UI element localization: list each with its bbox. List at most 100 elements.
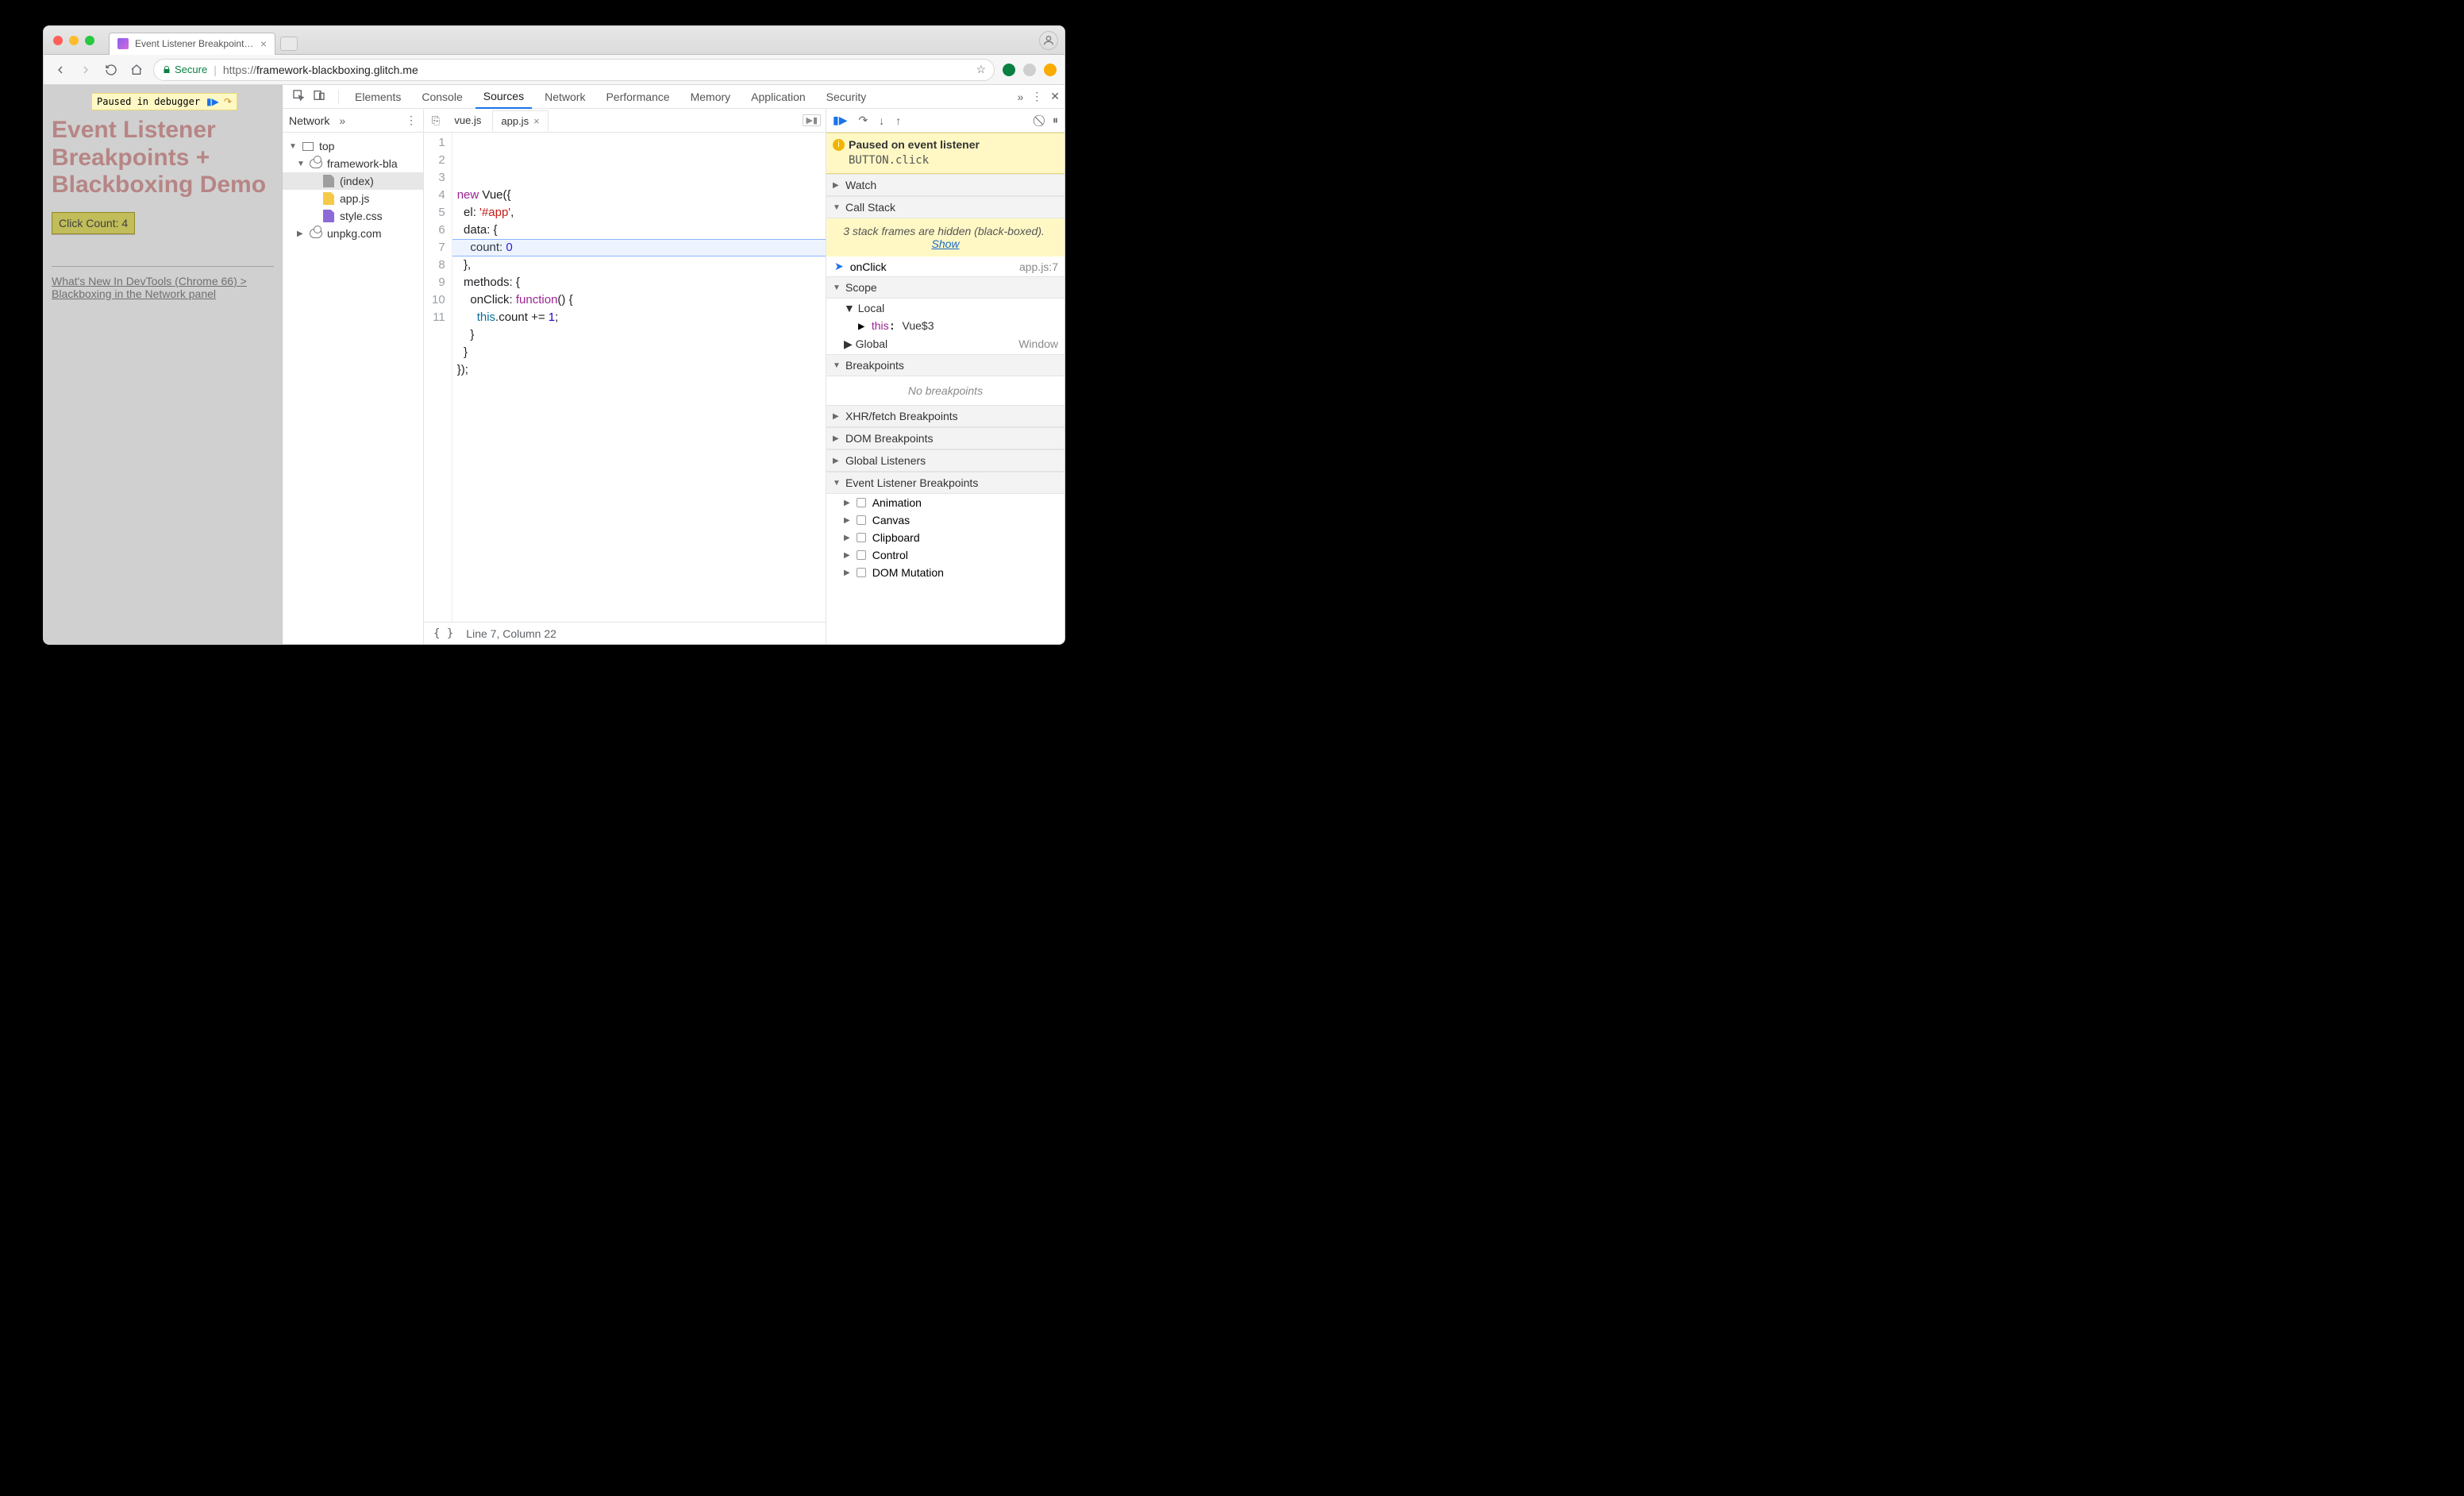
window-close-button[interactable] [53,36,63,45]
navigator-tab-network[interactable]: Network [289,114,329,127]
pretty-print-icon[interactable]: { } [433,627,453,640]
elb-category[interactable]: ▶Animation [826,494,1065,511]
tab-title: Event Listener Breakpoints + B [135,38,254,49]
profile-avatar-button[interactable] [1039,31,1058,50]
debugger-sidebar: ▮▶ ↷ ↓ ↑ ⃠ ⏸ i Paused on event listener … [826,109,1065,644]
devtools-tab-security[interactable]: Security [818,86,875,108]
section-breakpoints[interactable]: ▼Breakpoints [826,354,1065,376]
resume-script-icon[interactable]: ▮▶ [833,114,847,127]
code-editor-pane: ⎘ vue.js app.js× ▶▮ 1234567891011 [424,109,826,644]
devtools-close-icon[interactable]: ✕ [1050,90,1060,103]
tree-file-stylecss[interactable]: style.css [283,207,423,225]
code-content[interactable]: new Vue({ el: '#app', data: { count: 0 }… [452,133,826,622]
toggle-navigator-icon[interactable]: ⎘ [429,114,443,127]
frame-name: onClick [850,260,887,273]
tree-domain-unpkg[interactable]: unpkg.com [283,225,423,242]
current-frame-indicator-icon: ➤ [834,260,844,273]
tree-file-index[interactable]: (index) [283,172,423,190]
devtools-tab-memory[interactable]: Memory [683,86,739,108]
browser-tabstrip: Event Listener Breakpoints + B × [44,26,1065,55]
no-breakpoints-label: No breakpoints [826,376,1065,405]
devtools-tab-sources[interactable]: Sources [475,85,532,109]
elb-category[interactable]: ▶Canvas [826,511,1065,529]
step-out-icon[interactable]: ↑ [895,114,901,127]
section-event-listener-breakpoints[interactable]: ▼Event Listener Breakpoints [826,472,1065,494]
editor-tabbar: ⎘ vue.js app.js× ▶▮ [424,109,826,133]
editor-tab-vuejs[interactable]: vue.js [446,110,489,130]
step-over-icon[interactable]: ↷ [858,114,868,127]
devtools-tab-application[interactable]: Application [743,86,814,108]
callstack-frame[interactable]: ➤ onClick app.js:7 [826,256,1065,276]
info-icon: i [833,139,845,151]
elb-category[interactable]: ▶Control [826,546,1065,564]
new-tab-button[interactable] [280,37,298,51]
elb-category[interactable]: ▶DOM Mutation [826,564,1065,581]
step-into-icon[interactable]: ↓ [879,114,884,127]
content-area: Paused in debugger ▮▶ ↷ Event Listener B… [44,85,1065,644]
click-count-button[interactable]: Click Count: 4 [52,212,135,234]
scope-this[interactable]: ▶ this: Vue$3 [826,318,1065,334]
cursor-position: Line 7, Column 22 [466,627,556,640]
extension-icon[interactable] [1003,64,1015,76]
secure-indicator: Secure [162,64,207,75]
scope-local[interactable]: ▼ Local [826,299,1065,318]
page-heading: Event Listener Breakpoints + Blackboxing… [52,117,274,199]
extension-icon[interactable] [1044,64,1057,76]
paused-reason: Paused on event listener [849,138,980,151]
secure-label: Secure [175,64,207,75]
tree-frame-top[interactable]: top [283,137,423,155]
tree-file-appjs[interactable]: app.js [283,190,423,207]
navigator-more-tabs-icon[interactable]: » [339,114,345,127]
omnibox[interactable]: Secure | https://framework-blackboxing.g… [153,59,995,81]
run-snippet-icon[interactable]: ▶▮ [803,114,821,126]
show-hidden-frames-link[interactable]: Show [931,237,959,250]
window-controls[interactable] [53,36,94,45]
navigator-menu-icon[interactable]: ⋮ [406,114,417,127]
devtools-tab-performance[interactable]: Performance [598,86,677,108]
hidden-frames-notice: 3 stack frames are hidden (black-boxed).… [826,218,1065,256]
window-maximize-button[interactable] [85,36,94,45]
editor-tab-close-icon[interactable]: × [533,115,540,127]
back-button[interactable] [52,61,69,79]
paused-banner: i Paused on event listener BUTTON.click [826,133,1065,174]
devtools-panel: Elements Console Sources Network Perform… [282,85,1065,644]
device-toolbar-icon[interactable] [313,89,325,104]
devtools-tab-network[interactable]: Network [537,86,593,108]
overlay-step-icon[interactable]: ↷ [224,96,232,107]
devtools-tabbar: Elements Console Sources Network Perform… [283,85,1065,109]
forward-button[interactable] [77,61,94,79]
elb-category[interactable]: ▶Clipboard [826,529,1065,546]
doc-link[interactable]: What's New In DevTools (Chrome 66) > Bla… [52,275,274,300]
editor-tab-appjs[interactable]: app.js× [492,110,548,131]
reload-button[interactable] [102,61,120,79]
rendered-page: Paused in debugger ▮▶ ↷ Event Listener B… [44,85,282,644]
browser-tab[interactable]: Event Listener Breakpoints + B × [109,33,275,55]
code-area[interactable]: 1234567891011 new Vue({ el: '#app', data… [424,133,826,622]
browser-toolbar: Secure | https://framework-blackboxing.g… [44,55,1065,85]
section-watch[interactable]: ▶Watch [826,174,1065,196]
devtools-more-tabs-icon[interactable]: » [1017,91,1023,103]
home-button[interactable] [128,61,145,79]
section-xhr-breakpoints[interactable]: ▶XHR/fetch Breakpoints [826,405,1065,427]
devtools-tab-elements[interactable]: Elements [347,86,409,108]
tree-domain[interactable]: framework-bla [283,155,423,172]
devtools-tab-console[interactable]: Console [414,86,470,108]
tab-close-icon[interactable]: × [260,38,267,49]
section-scope[interactable]: ▼Scope [826,276,1065,299]
browser-window: Event Listener Breakpoints + B × Secure … [43,25,1065,645]
window-minimize-button[interactable] [69,36,79,45]
editor-statusbar: { } Line 7, Column 22 [424,622,826,644]
section-callstack[interactable]: ▼Call Stack [826,196,1065,218]
bookmark-star-icon[interactable]: ☆ [976,63,986,76]
extension-icon[interactable] [1023,64,1036,76]
scope-global[interactable]: ▶ GlobalWindow [826,334,1065,354]
line-gutter[interactable]: 1234567891011 [424,133,452,622]
section-global-listeners[interactable]: ▶Global Listeners [826,449,1065,472]
devtools-settings-icon[interactable]: ⋮ [1031,90,1042,103]
pause-on-exceptions-icon[interactable]: ⏸ [1053,114,1058,127]
overlay-resume-icon[interactable]: ▮▶ [206,96,219,107]
paused-detail: BUTTON.click [849,154,1057,167]
section-dom-breakpoints[interactable]: ▶DOM Breakpoints [826,427,1065,449]
url-text: https://framework-blackboxing.glitch.me [223,64,418,76]
inspect-element-icon[interactable] [292,89,305,104]
